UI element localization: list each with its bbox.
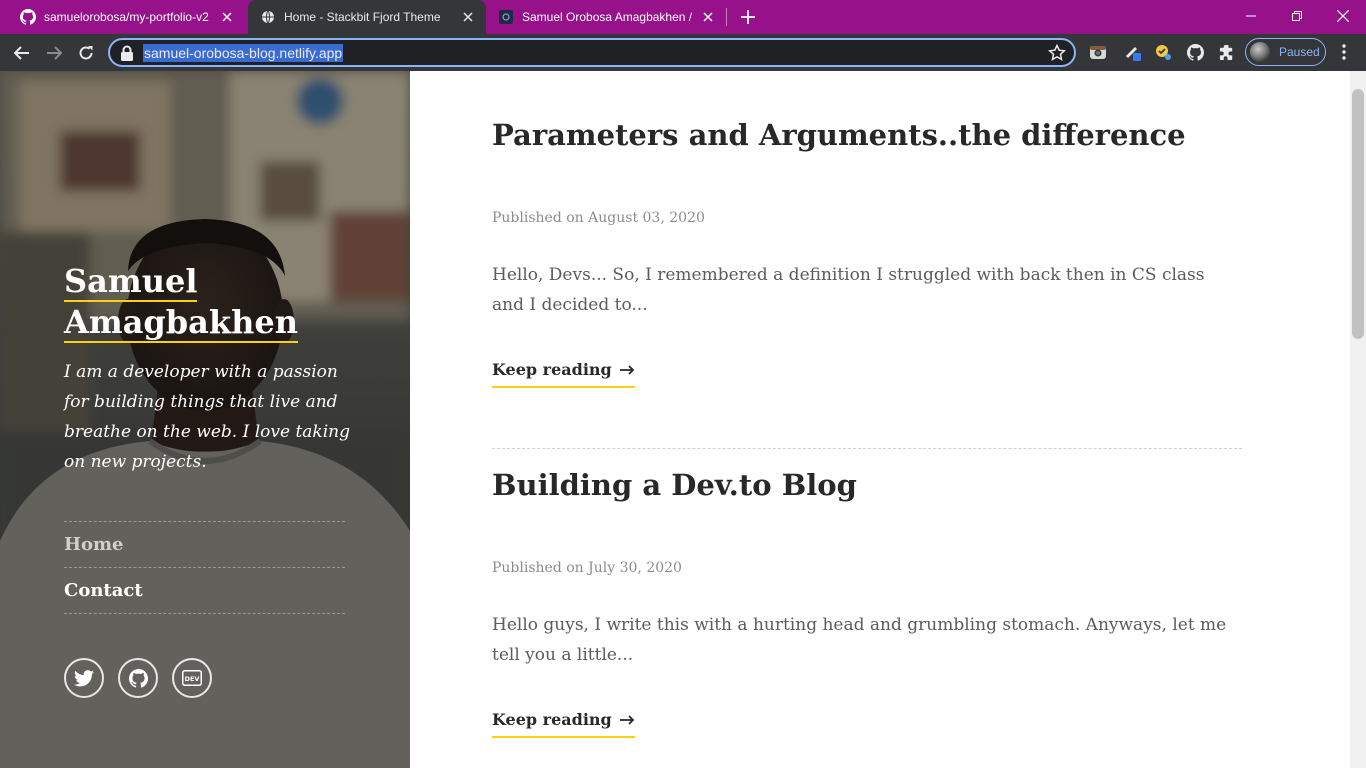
bookmark-star-icon[interactable] [1048, 44, 1066, 62]
site-description: I am a developer with a passion for buil… [64, 362, 350, 472]
post-excerpt: Hello guys, I write this with a hurting … [492, 615, 1227, 665]
close-icon [1337, 10, 1349, 22]
close-icon[interactable] [219, 9, 235, 25]
post-date: Published on July 30, 2020 [492, 560, 682, 576]
profile-button[interactable]: Paused [1245, 38, 1326, 66]
tab-title: Home - Stackbit Fjord Theme [284, 10, 441, 24]
reload-icon [79, 46, 93, 60]
restore-icon [1292, 11, 1302, 21]
lock-icon [121, 45, 133, 61]
web-page: Samuel Amagbakhen I am a developer with … [0, 71, 1366, 768]
post-excerpt: Hello, Devs... So, I remembered a defini… [492, 265, 1205, 315]
twitter-icon [74, 669, 94, 686]
dev-favicon-icon [498, 9, 514, 25]
restore-button[interactable] [1274, 0, 1320, 32]
post-date: Published on August 03, 2020 [492, 210, 705, 226]
keep-reading-link[interactable]: Keep reading [492, 354, 635, 388]
globe-icon [260, 9, 276, 25]
extensions-puzzle-icon[interactable] [1217, 42, 1237, 62]
back-button[interactable] [9, 40, 35, 66]
extension-tools-icon[interactable] [1153, 42, 1173, 62]
tab-separator [726, 8, 727, 26]
address-bar[interactable]: samuel-orobosa-blog.netlify.app [108, 38, 1076, 67]
post-title[interactable]: Parameters and Arguments..the difference [492, 115, 1186, 155]
minimize-button[interactable] [1228, 0, 1274, 32]
dev-link[interactable]: DEV [172, 658, 212, 698]
post-divider [492, 448, 1242, 449]
extension-camera-icon[interactable] [1088, 42, 1108, 62]
github-icon[interactable] [1185, 42, 1205, 62]
tab-title: Samuel Orobosa Amagbakhen / [522, 10, 693, 24]
sidebar-nav: Home Contact [64, 521, 345, 614]
dev-icon-text: DEV [185, 675, 200, 683]
site-title-line[interactable]: Amagbakhen [64, 303, 298, 343]
extension-color-picker-icon[interactable] [1122, 42, 1142, 62]
tab-github-repo[interactable]: samuelorobosa/my-portfolio-v2 [0, 0, 245, 34]
github-icon [20, 9, 36, 25]
sidebar: Samuel Amagbakhen I am a developer with … [0, 71, 410, 768]
forward-button[interactable] [41, 40, 67, 66]
site-title-line[interactable]: Samuel [64, 262, 198, 302]
close-icon[interactable] [460, 9, 476, 25]
tab-dev-profile[interactable]: Samuel Orobosa Amagbakhen / [478, 0, 728, 34]
profile-status: Paused [1279, 45, 1320, 59]
nav-item-contact[interactable]: Contact [64, 568, 345, 614]
keep-reading-link[interactable]: Keep reading [492, 704, 635, 738]
nav-item-home[interactable]: Home [64, 522, 345, 568]
dev-icon: DEV [182, 670, 202, 686]
post-title[interactable]: Building a Dev.to Blog [492, 465, 857, 505]
more-vert-icon [1342, 44, 1346, 60]
arrow-right-icon [619, 365, 635, 375]
forward-arrow-icon [47, 46, 62, 60]
back-arrow-icon [14, 46, 29, 60]
avatar [1250, 42, 1270, 62]
tab-strip: samuelorobosa/my-portfolio-v2 Home - Sta… [0, 0, 1366, 34]
browser-toolbar: samuel-orobosa-blog.netlify.app Paused [0, 34, 1366, 71]
keep-reading-label: Keep reading [492, 710, 612, 729]
arrow-right-icon [619, 715, 635, 725]
github-icon [128, 668, 148, 688]
new-tab-button[interactable] [736, 5, 760, 29]
site-title[interactable]: Samuel Amagbakhen [64, 261, 298, 343]
reload-button[interactable] [73, 40, 99, 66]
keep-reading-label: Keep reading [492, 360, 612, 379]
tab-stackbit-fjord[interactable]: Home - Stackbit Fjord Theme [248, 0, 486, 34]
github-link[interactable] [118, 658, 158, 698]
url-text[interactable]: samuel-orobosa-blog.netlify.app [143, 44, 344, 62]
close-icon[interactable] [700, 9, 716, 25]
tab-title: samuelorobosa/my-portfolio-v2 [44, 10, 209, 24]
minimize-icon [1246, 15, 1256, 17]
twitter-link[interactable] [64, 658, 104, 698]
page-scrollbar[interactable] [1350, 71, 1366, 768]
close-window-button[interactable] [1320, 0, 1366, 32]
more-menu-button[interactable] [1336, 42, 1352, 62]
scrollbar-thumb[interactable] [1352, 89, 1364, 339]
